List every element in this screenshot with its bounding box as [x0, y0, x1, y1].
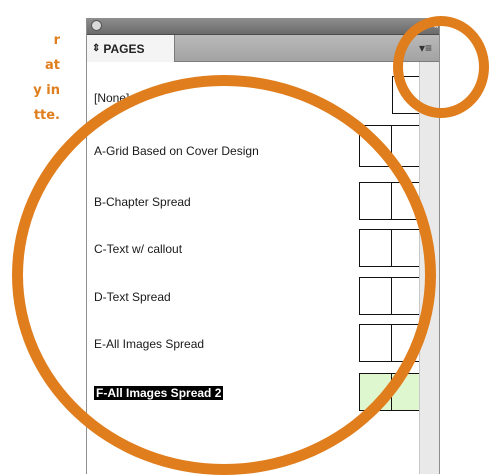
- panel-menu-icon[interactable]: ▾≡: [419, 41, 432, 55]
- list-item[interactable]: F-All Images Spread 2: [87, 369, 423, 417]
- instruction-line: y in: [33, 83, 60, 98]
- tab-pages-label: PAGES: [103, 41, 145, 56]
- master-label: F-All Images Spread 2: [94, 386, 224, 400]
- instruction-text: r at y in tte.: [0, 28, 60, 128]
- instruction-line: r: [53, 33, 60, 48]
- instruction-line: at: [45, 58, 60, 73]
- updown-arrows-icon: ⇕: [92, 43, 101, 54]
- master-thumbnail[interactable]: [359, 277, 423, 315]
- master-thumbnail[interactable]: [359, 182, 423, 220]
- tab-pages[interactable]: ⇕ PAGES: [87, 35, 175, 62]
- master-label: C-Text w/ callout: [94, 242, 183, 256]
- pages-panel: ◂◂ ⇕ PAGES ▾≡ [None] A-Grid Based on Cov…: [86, 18, 440, 474]
- master-thumbnail[interactable]: [359, 373, 423, 411]
- master-label: D-Text Spread: [94, 290, 171, 304]
- master-pages-list: [None] A-Grid Based on Cover Design B-Ch…: [87, 62, 425, 474]
- master-label: A-Grid Based on Cover Design: [94, 144, 259, 158]
- panel-titlebar[interactable]: ◂◂: [87, 19, 439, 35]
- close-icon[interactable]: [91, 20, 102, 31]
- list-item[interactable]: B-Chapter Spread: [87, 178, 423, 226]
- list-item[interactable]: D-Text Spread: [87, 273, 423, 321]
- master-label: E-All Images Spread: [94, 337, 205, 351]
- scrollbar[interactable]: [419, 62, 439, 474]
- master-thumbnail[interactable]: [359, 229, 423, 267]
- instruction-line: tte.: [33, 108, 60, 123]
- master-thumbnail[interactable]: [359, 324, 423, 362]
- master-label: B-Chapter Spread: [94, 195, 191, 209]
- collapse-panel-icon[interactable]: ◂◂: [431, 19, 438, 33]
- master-thumbnail[interactable]: [359, 125, 423, 167]
- panel-tabbar: ⇕ PAGES ▾≡: [87, 35, 439, 62]
- list-item[interactable]: [None]: [87, 76, 425, 124]
- list-item[interactable]: C-Text w/ callout: [87, 225, 423, 273]
- list-item[interactable]: E-All Images Spread: [87, 320, 423, 368]
- master-label: [None]: [94, 91, 130, 105]
- list-item[interactable]: A-Grid Based on Cover Design: [87, 125, 423, 173]
